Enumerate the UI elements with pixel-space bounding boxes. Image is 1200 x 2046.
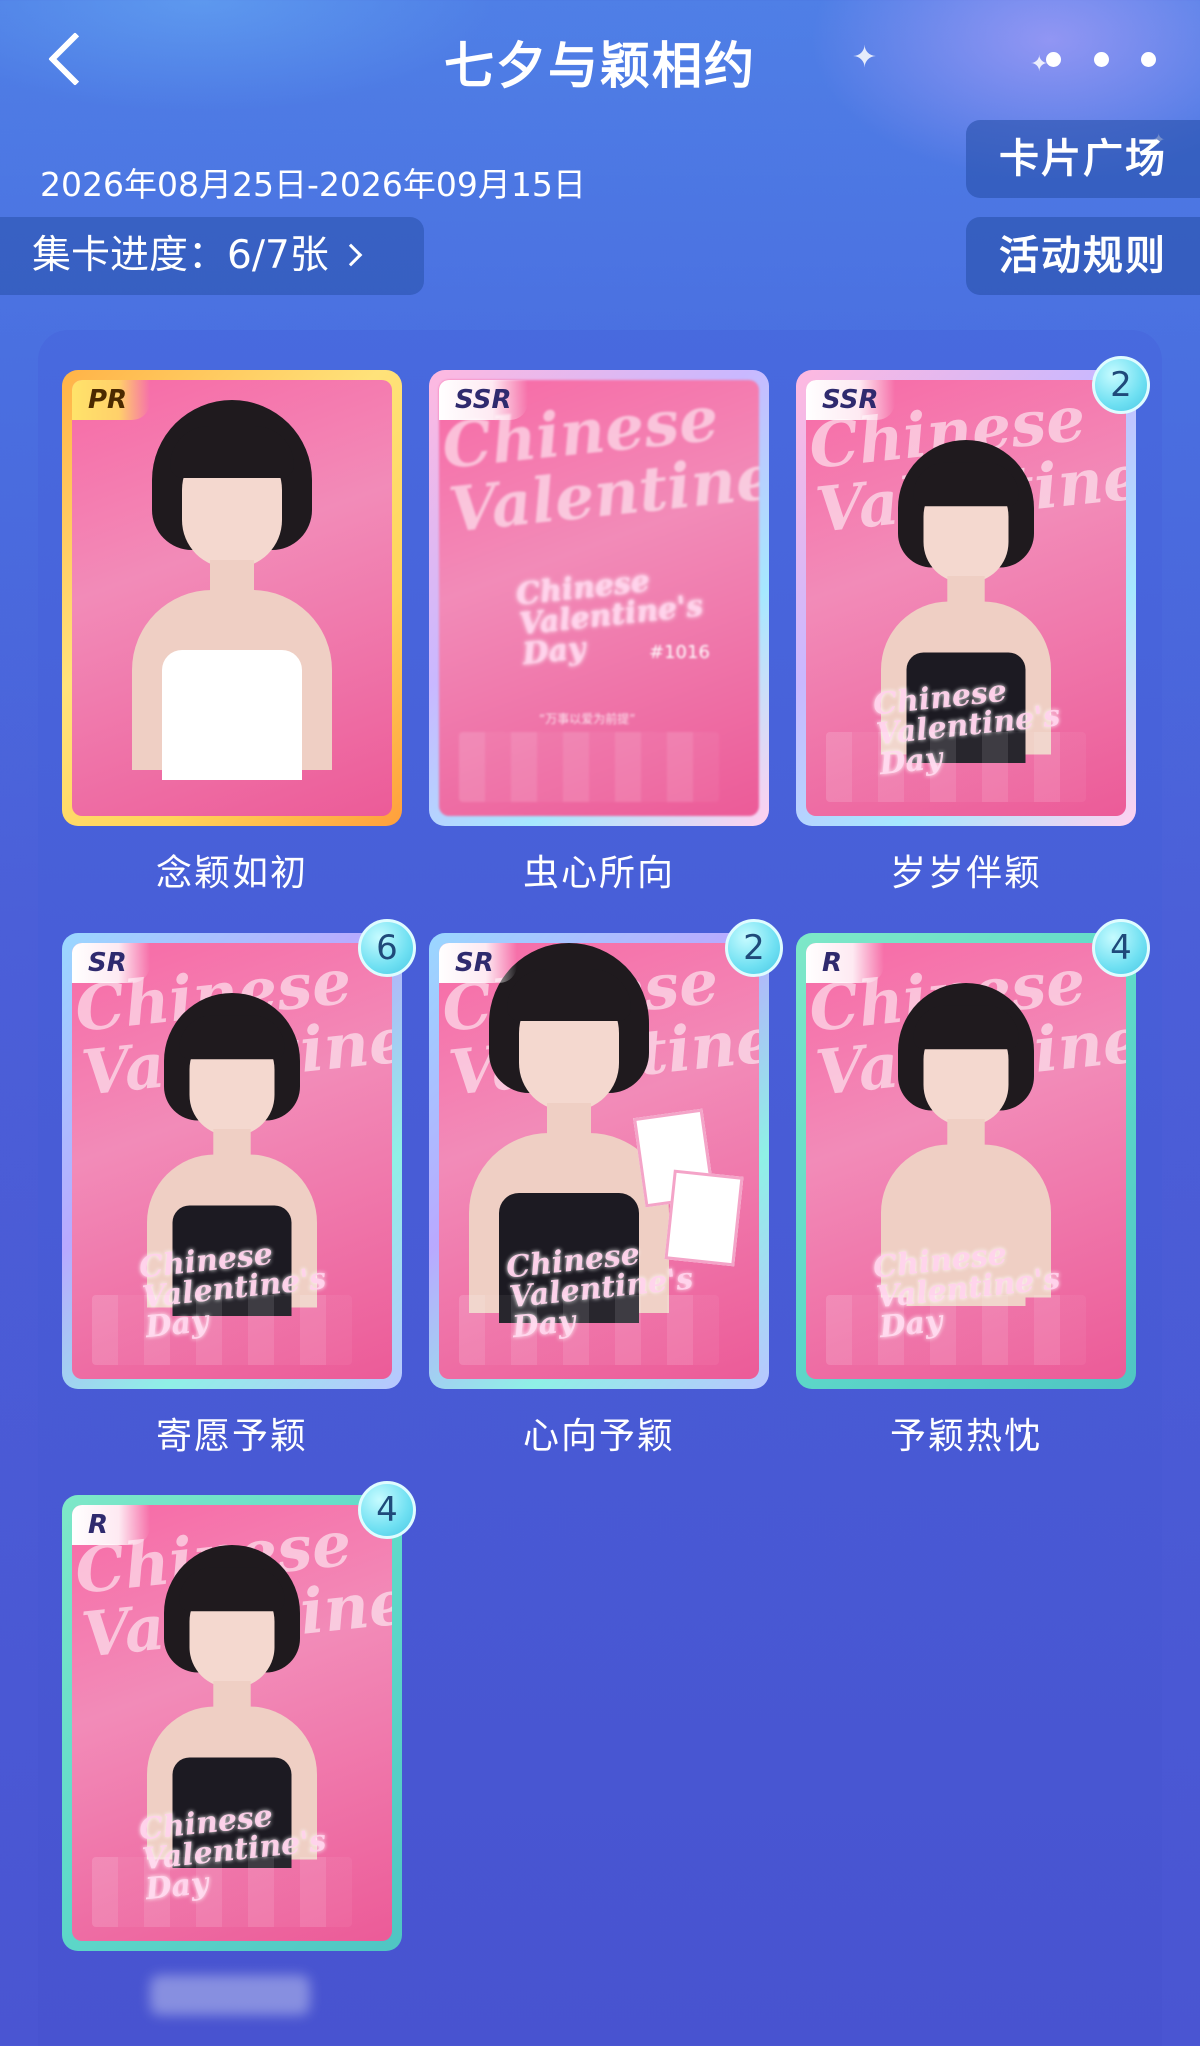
mosaic-decoration xyxy=(459,1295,719,1365)
card-name: 寄愿予颖 xyxy=(155,1416,308,1457)
card-name: 予颖热忱 xyxy=(889,1416,1042,1457)
mosaic-decoration xyxy=(459,732,719,802)
card-count-badge: 2 xyxy=(1092,356,1150,414)
card-name: 岁岁伴颖 xyxy=(889,853,1042,894)
card-name: 虫心所向 xyxy=(522,853,675,894)
mosaic-decoration xyxy=(92,1295,352,1365)
more-dots-icon xyxy=(1046,51,1061,67)
mosaic-decoration xyxy=(826,732,1086,802)
card-count-badge: 6 xyxy=(358,919,416,977)
card-count-badge: 2 xyxy=(725,919,783,977)
card-artwork: Chinese Valentine Chinese Valentine's Da… xyxy=(72,1505,392,1941)
chevron-right-icon xyxy=(339,243,363,267)
collection-progress-button[interactable]: 集卡进度：6/7张 xyxy=(0,217,424,295)
card-count-badge: 4 xyxy=(358,1481,416,1539)
more-dots-icon xyxy=(1093,51,1109,67)
rarity-badge: R xyxy=(72,1505,150,1545)
rarity-badge: R xyxy=(806,943,884,983)
locked-caption: “万事以爱为前提” xyxy=(539,712,636,726)
card-item[interactable]: Chinese Valentine Chinese Valentine's Da… xyxy=(796,919,1150,1389)
card-name: 心向予颖 xyxy=(522,1416,675,1457)
card-item[interactable]: PR xyxy=(62,370,402,826)
card-artwork: Chinese Valentine Chinese Valentine's Da… xyxy=(439,943,759,1379)
card-item[interactable]: Chinese Valentine Chinese Valentine's Da… xyxy=(62,919,416,1389)
rarity-badge: PR xyxy=(72,380,150,420)
card-item[interactable]: Chinese Valentine Chinese Valentine's Da… xyxy=(429,919,783,1389)
event-date-range: 2026年08月25日-2026年09月15日 xyxy=(40,165,586,204)
card-count-badge: 4 xyxy=(1092,919,1150,977)
card-artwork: Chinese Valentine Chinese Valentine's Da… xyxy=(439,380,759,816)
mosaic-decoration xyxy=(826,1295,1086,1365)
card-item[interactable]: Chinese Valentine Chinese Valentine's Da… xyxy=(429,370,769,826)
rarity-badge: SSR xyxy=(806,380,895,420)
card-item[interactable]: Chinese Valentine Chinese Valentine's Da… xyxy=(62,1481,416,1951)
card-square-button[interactable]: 卡片广场 xyxy=(966,120,1200,198)
card-tag-text: #1016 xyxy=(649,642,710,663)
activity-rules-button[interactable]: 活动规则 xyxy=(966,217,1200,295)
more-options-button[interactable] xyxy=(1046,44,1156,74)
rarity-badge: SR xyxy=(439,943,517,983)
card-artwork xyxy=(72,380,392,816)
more-dots-icon xyxy=(1141,51,1156,67)
card-artwork: Chinese Valentine Chinese Valentine's Da… xyxy=(806,943,1126,1379)
card-artwork: Chinese Valentine Chinese Valentine's Da… xyxy=(806,380,1126,816)
card-name-blurred xyxy=(150,1975,310,2015)
mosaic-decoration xyxy=(92,1857,352,1927)
rarity-badge: SR xyxy=(72,943,150,983)
card-item[interactable]: Chinese Valentine Chinese Valentine's Da… xyxy=(796,356,1150,826)
card-name: 念颖如初 xyxy=(155,853,308,894)
page-title: 七夕与颖相约 xyxy=(444,37,756,95)
rarity-badge: SSR xyxy=(439,380,528,420)
top-navigation-bar: 七夕与颖相约 xyxy=(0,0,1200,120)
collection-progress-label: 集卡进度：6/7张 xyxy=(32,233,329,278)
card-artwork: Chinese Valentine Chinese Valentine's Da… xyxy=(72,943,392,1379)
